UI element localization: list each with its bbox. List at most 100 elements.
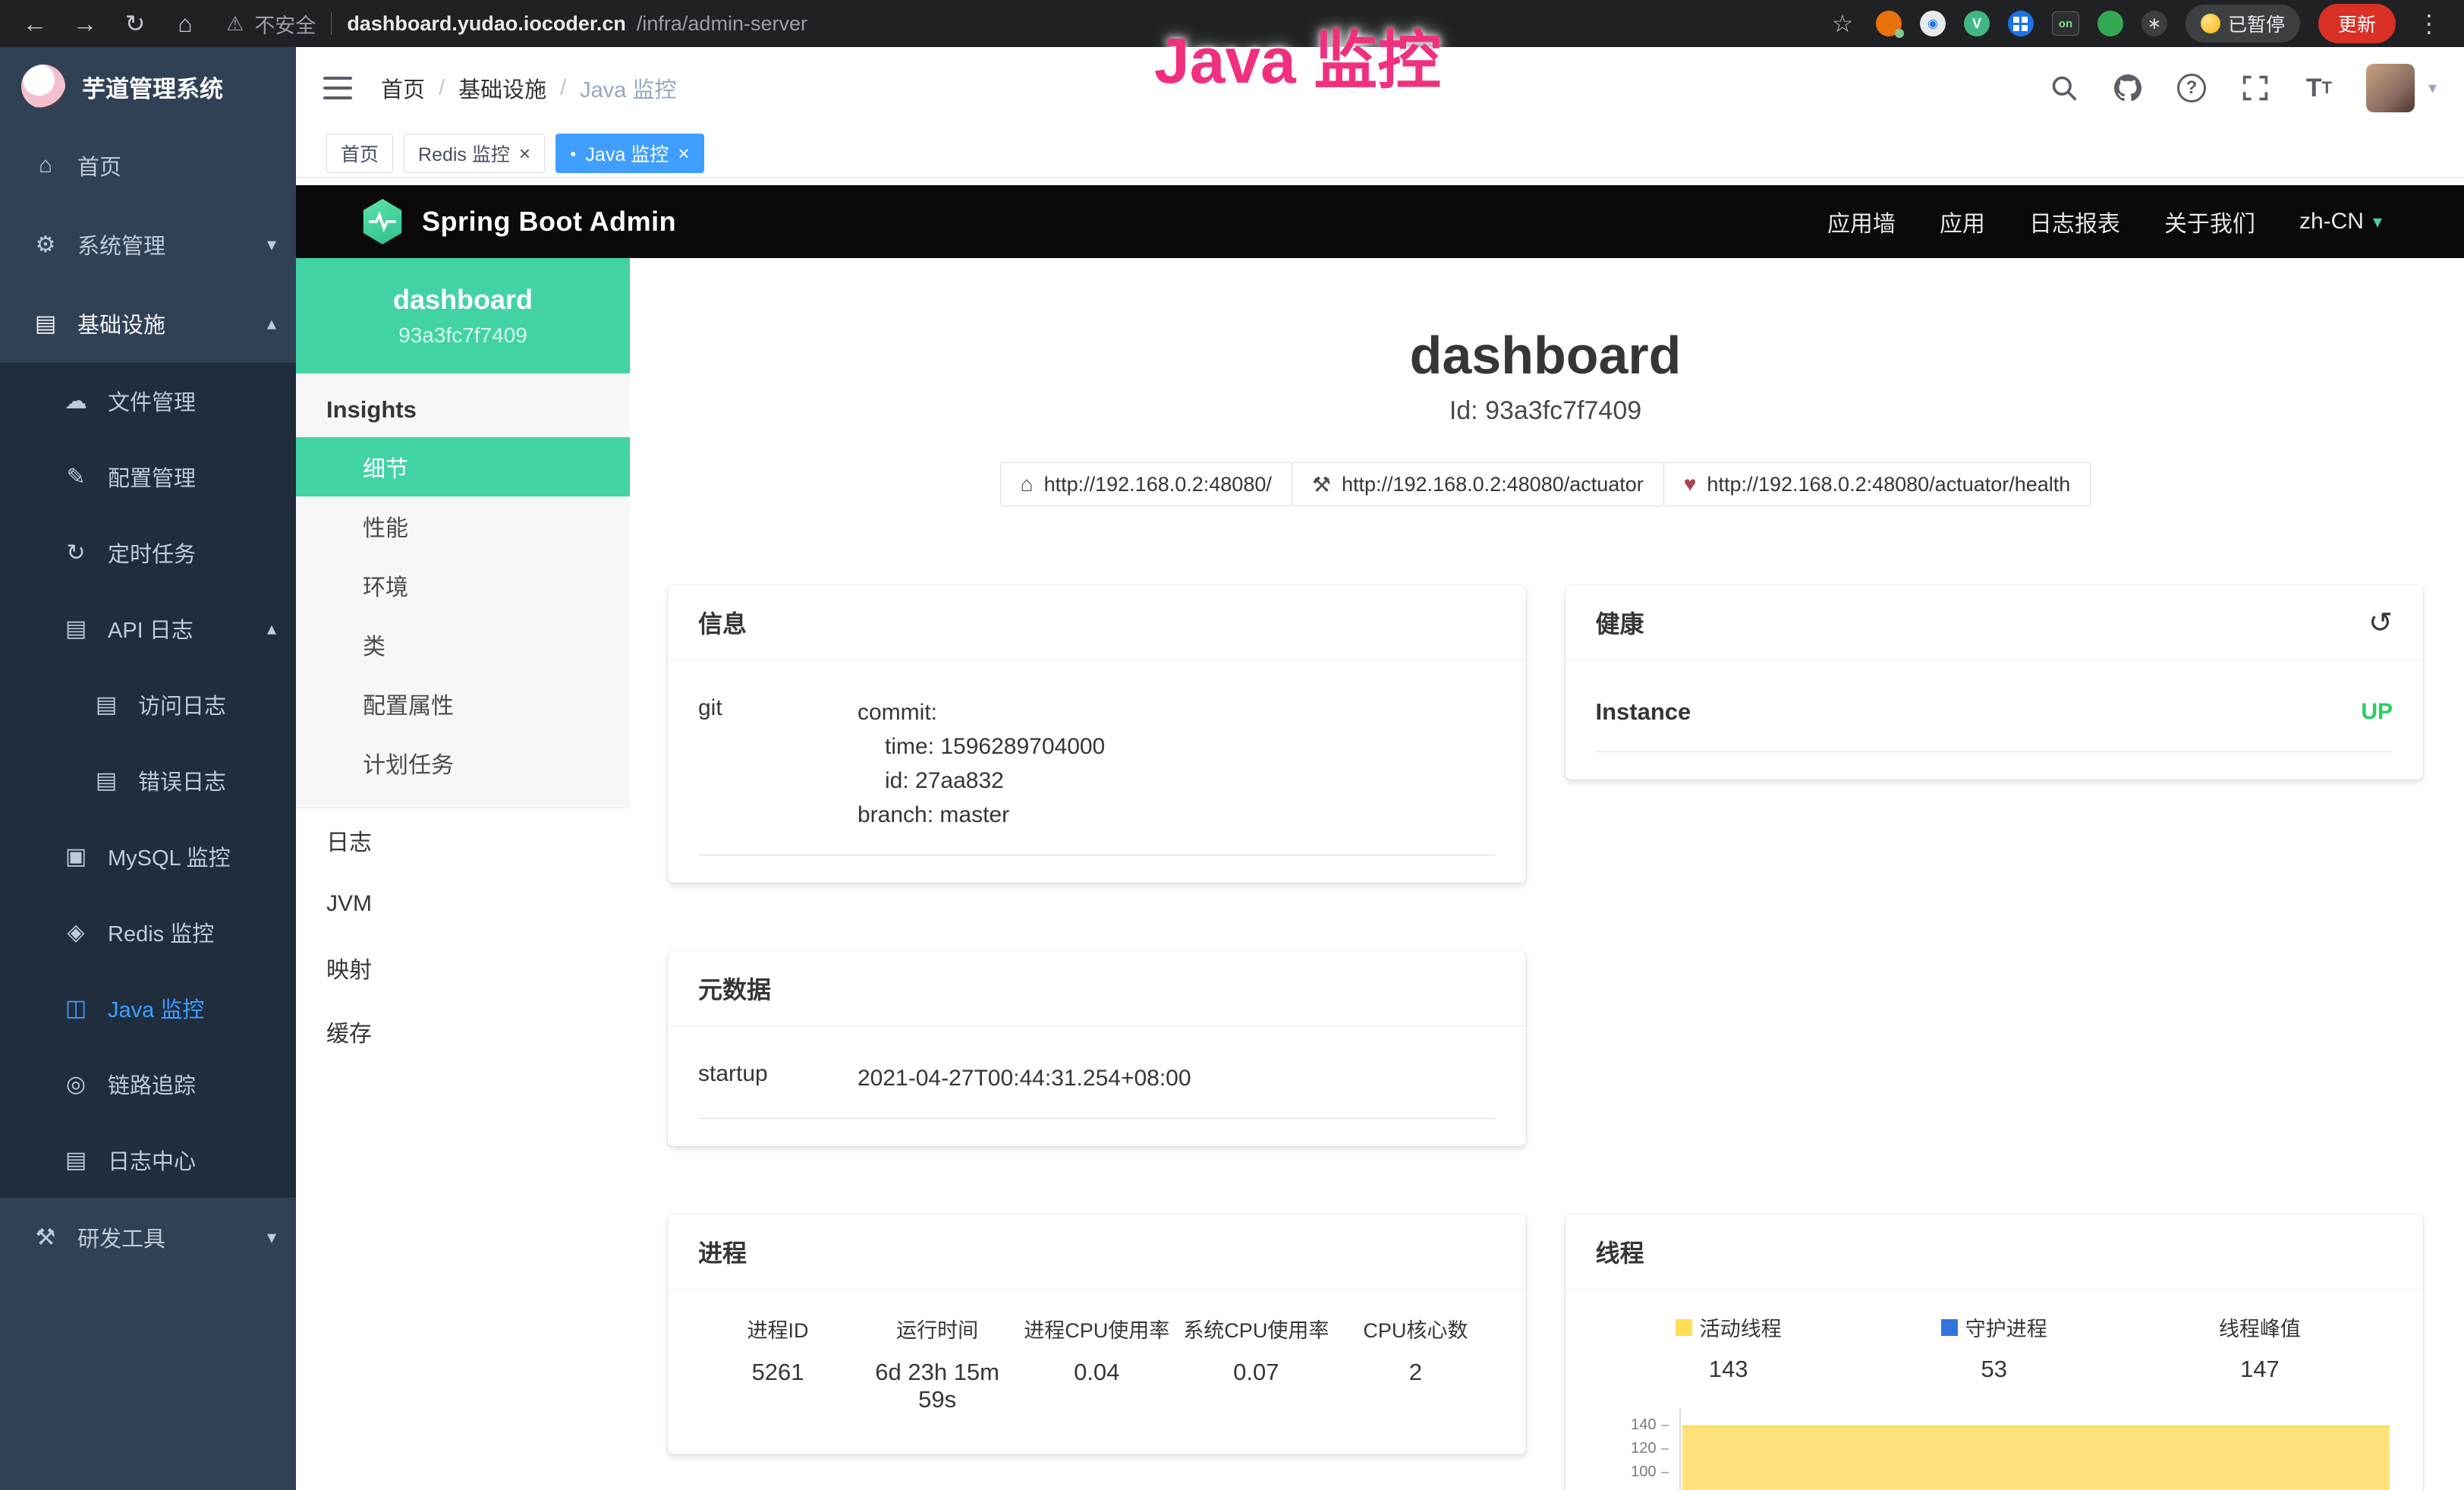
card-body: 进程ID 5261 运行时间 6d 23h 15m 59s <box>668 1290 1526 1454</box>
search-icon[interactable] <box>2047 71 2081 105</box>
sba-item-environment[interactable]: 环境 <box>296 556 630 615</box>
sidebar-item-trace[interactable]: ◎ 链路追踪 <box>0 1046 296 1122</box>
git-branch-line: branch: master <box>858 798 1496 832</box>
app: 芋道管理系统 ⌂ 首页 ⚙ 系统管理 ▾ ▤ 基础设施 ▴ ☁ 文件管理 <box>0 47 2464 1490</box>
breadcrumb-infra[interactable]: 基础设施 <box>458 72 546 104</box>
address-bar[interactable]: ⚠ 不安全 dashboard.yudao.iocoder.cn/infra/a… <box>226 9 807 39</box>
extension-leaf-icon[interactable] <box>2097 11 2123 36</box>
nav-journal[interactable]: 日志报表 <box>2029 205 2120 238</box>
nav-about[interactable]: 关于我们 <box>2164 205 2255 238</box>
process-table: 进程ID 5261 运行时间 6d 23h 15m 59s <box>698 1308 1496 1427</box>
link-health-url[interactable]: ♥ http://192.168.0.2:48080/actuator/heal… <box>1663 462 2091 506</box>
close-icon[interactable]: × <box>678 143 689 163</box>
extension-switch-icon[interactable]: on <box>2052 11 2079 36</box>
grid-glyph <box>2013 17 2028 31</box>
link-base-url[interactable]: ⌂ http://192.168.0.2:48080/ <box>1000 462 1292 506</box>
fullscreen-icon[interactable] <box>2239 71 2272 105</box>
close-icon[interactable]: × <box>519 143 530 163</box>
sidebar-item-java[interactable]: ◫ Java 监控 <box>0 970 296 1046</box>
extension-orange-icon[interactable] <box>1876 11 1902 36</box>
app-main: 首页 / 基础设施 / Java 监控 ? <box>296 47 2464 1490</box>
nav-applications[interactable]: 应用 <box>1940 205 1985 238</box>
col-header: CPU核心数 <box>1336 1314 1495 1344</box>
process-card: 进程 进程ID 5261 运行时间 <box>668 1214 1526 1454</box>
sidebar-item-system[interactable]: ⚙ 系统管理 ▾ <box>0 205 296 284</box>
nav-applications-wall[interactable]: 应用墙 <box>1827 205 1896 238</box>
app-sidebar: 芋道管理系统 ⌂ 首页 ⚙ 系统管理 ▾ ▤ 基础设施 ▴ ☁ 文件管理 <box>0 47 296 1490</box>
infra-submenu: ☁ 文件管理 ✎ 配置管理 ↻ 定时任务 ▤ API 日志 ▴ ▤ <box>0 363 296 1198</box>
layers-icon: ◈ <box>61 919 91 946</box>
sba-item-mappings[interactable]: 映射 <box>296 936 630 1000</box>
url-path: /infra/admin-server <box>637 12 807 36</box>
breadcrumb-home[interactable]: 首页 <box>381 72 425 104</box>
sba-item-details[interactable]: 细节 <box>296 437 630 496</box>
link-label: http://192.168.0.2:48080/actuator <box>1342 473 1644 496</box>
home-icon[interactable]: ⌂ <box>170 10 200 38</box>
help-icon[interactable]: ? <box>2175 71 2208 105</box>
sidebar-item-api-log[interactable]: ▤ API 日志 ▴ <box>0 591 296 666</box>
row-label: git <box>698 695 858 832</box>
sba-item-classes[interactable]: 类 <box>296 615 630 674</box>
instance-header[interactable]: dashboard 93a3fc7f7409 <box>296 258 630 373</box>
sba-item-config-props[interactable]: 配置属性 <box>296 674 630 733</box>
tab-redis[interactable]: Redis 监控 × <box>404 134 545 173</box>
sidebar-item-job[interactable]: ↻ 定时任务 <box>0 515 296 591</box>
sidebar-item-mysql[interactable]: ▣ MySQL 监控 <box>0 818 296 894</box>
github-icon[interactable] <box>2111 71 2145 105</box>
tools-icon: ⚒ <box>30 1224 61 1251</box>
security-label: 不安全 <box>254 9 316 39</box>
process-col-syscpu: 系统CPU使用率 0.07 <box>1176 1314 1336 1413</box>
status-badge: UP <box>2361 699 2393 725</box>
item-label: MySQL 监控 <box>108 840 231 872</box>
sba-item-scheduled-tasks[interactable]: 计划任务 <box>296 733 630 792</box>
back-icon[interactable]: ← <box>20 10 50 38</box>
active-threads-area <box>1682 1425 2390 1490</box>
extension-dark-icon[interactable]: ∗ <box>2141 11 2167 36</box>
sidebar-item-file[interactable]: ☁ 文件管理 <box>0 363 296 439</box>
sba-item-caches[interactable]: 缓存 <box>296 1000 630 1063</box>
reload-icon[interactable]: ↻ <box>120 9 150 38</box>
extension-vue-icon[interactable]: V <box>1964 11 1990 36</box>
forward-icon[interactable]: → <box>70 10 100 38</box>
legend-swatch-blue <box>1941 1319 1958 1336</box>
sidebar-item-error-log[interactable]: ▤ 错误日志 <box>0 742 296 818</box>
document-icon: ▤ <box>61 616 91 642</box>
question-glyph: ? <box>2177 74 2206 102</box>
col-value: 5261 <box>698 1359 858 1386</box>
sidebar-item-log-center[interactable]: ▤ 日志中心 <box>0 1122 296 1198</box>
metadata-card: 元数据 startup 2021-04-27T00:44:31.254+08:0… <box>668 951 1526 1146</box>
sba-item-metrics[interactable]: 性能 <box>296 496 630 556</box>
update-button[interactable]: 更新 <box>2318 4 2396 43</box>
sba-brand: Spring Boot Admin <box>422 206 676 238</box>
avatar[interactable] <box>2366 64 2415 112</box>
card-body: Instance UP <box>1566 660 2424 780</box>
tab-java[interactable]: ● Java 监控 × <box>555 134 703 173</box>
sba-item-logs[interactable]: 日志 <box>296 808 630 872</box>
sidebar-item-access-log[interactable]: ▤ 访问日志 <box>0 666 296 742</box>
sidebar-item-redis[interactable]: ◈ Redis 监控 <box>0 894 296 970</box>
sidebar-item-config[interactable]: ✎ 配置管理 <box>0 439 296 515</box>
bookmark-star-icon[interactable]: ☆ <box>1827 9 1858 38</box>
language-selector[interactable]: zh-CN ▾ <box>2299 209 2382 235</box>
extension-grid-icon[interactable] <box>2008 11 2034 36</box>
extension-pin-icon[interactable]: ◉ <box>1920 11 1946 36</box>
sidebar-item-home[interactable]: ⌂ 首页 <box>0 126 296 205</box>
logo-image <box>21 65 65 109</box>
tab-home[interactable]: 首页 <box>326 134 393 173</box>
font-size-icon[interactable]: TT <box>2302 71 2336 105</box>
sidebar-item-devtools[interactable]: ⚒ 研发工具 ▾ <box>0 1198 296 1277</box>
hamburger-icon[interactable] <box>323 77 352 99</box>
paused-badge[interactable]: 已暂停 <box>2186 5 2300 43</box>
item-label: 系统管理 <box>77 228 165 260</box>
chevron-down-icon: ▾ <box>267 1227 276 1249</box>
item-label: 访问日志 <box>138 688 226 720</box>
link-actuator-url[interactable]: ⚒ http://192.168.0.2:48080/actuator <box>1292 462 1664 506</box>
sba-item-jvm[interactable]: JVM <box>296 872 630 936</box>
browser-actions: ☆ ◉ V on ∗ 已暂停 更新 ⋮ <box>1827 4 2444 43</box>
sidebar-item-infra[interactable]: ▤ 基础设施 ▴ <box>0 284 296 363</box>
legend-value: 143 <box>1596 1356 1861 1383</box>
y-tick: 120 <box>1631 1440 1668 1457</box>
kebab-menu-icon[interactable]: ⋮ <box>2414 9 2444 38</box>
history-icon[interactable]: ↺ <box>2368 606 2393 640</box>
col-header: 系统CPU使用率 <box>1176 1314 1336 1344</box>
